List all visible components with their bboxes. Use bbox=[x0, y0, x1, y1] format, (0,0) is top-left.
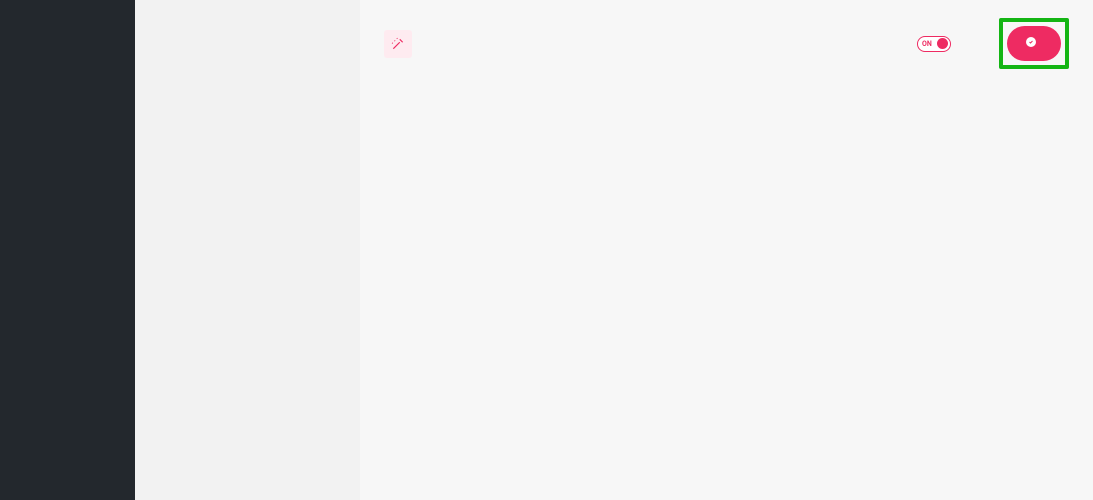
save-highlight bbox=[999, 18, 1069, 69]
page-header: ON bbox=[384, 18, 1069, 69]
wand-icon bbox=[384, 30, 412, 58]
check-circle-icon bbox=[1025, 36, 1037, 51]
wp-admin-sidebar bbox=[0, 0, 135, 500]
main-content: ON bbox=[360, 0, 1093, 500]
elementskit-settings-nav bbox=[135, 0, 360, 500]
disable-all-toggle[interactable]: ON bbox=[917, 36, 951, 52]
save-changes-button[interactable] bbox=[1007, 26, 1061, 61]
